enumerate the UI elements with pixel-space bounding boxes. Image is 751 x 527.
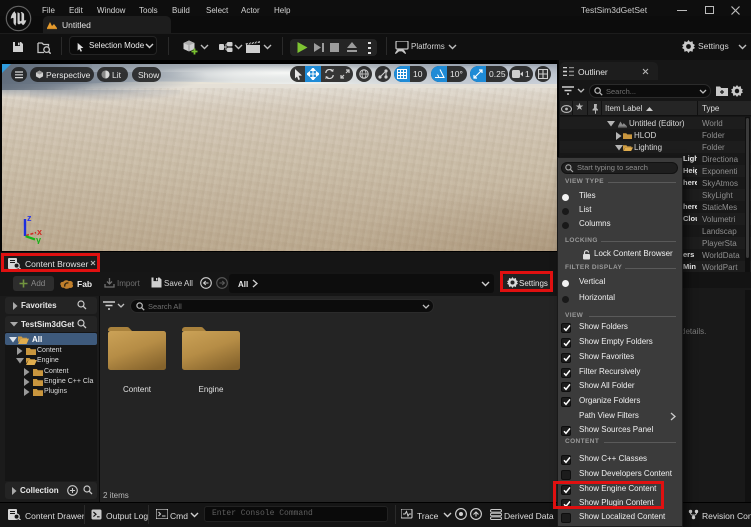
svg-text:y: y (36, 235, 41, 244)
svg-text:z: z (27, 213, 32, 223)
